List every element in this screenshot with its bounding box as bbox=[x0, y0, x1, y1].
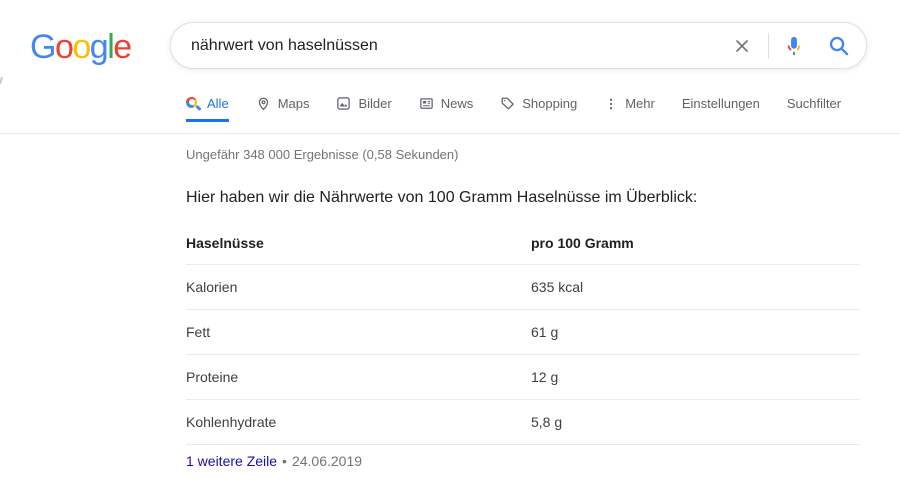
google-logo[interactable]: Google bbox=[30, 28, 132, 67]
table-row: Fett 61 g bbox=[186, 310, 860, 355]
table-cell-value: 635 kcal bbox=[531, 279, 584, 295]
tab-label: Bilder bbox=[358, 96, 392, 111]
search-tabs: Alle Maps Bilder News Shopping Mehr Eins… bbox=[186, 96, 841, 122]
logo-letter: e bbox=[113, 28, 132, 66]
table-cell-value: 12 g bbox=[531, 369, 559, 385]
microphone-icon[interactable] bbox=[783, 35, 805, 57]
searchbox-divider bbox=[768, 32, 769, 59]
tab-alle[interactable]: Alle bbox=[186, 96, 229, 122]
table-cell-value: 5,8 g bbox=[531, 414, 563, 430]
result-stats: Ungefähr 348 000 Ergebnisse (0,58 Sekund… bbox=[186, 147, 459, 162]
tab-news[interactable]: News bbox=[419, 96, 474, 122]
tab-label: Mehr bbox=[625, 96, 655, 111]
tab-label: Shopping bbox=[522, 96, 578, 111]
search-box[interactable] bbox=[170, 22, 867, 69]
image-icon bbox=[336, 96, 351, 111]
newspaper-icon bbox=[419, 96, 434, 111]
logo-letter: o bbox=[72, 28, 91, 66]
tab-label: Einstellungen bbox=[681, 96, 760, 111]
table-header-cell: Haselnüsse bbox=[186, 235, 264, 251]
table-row: Kalorien 635 kcal bbox=[186, 265, 860, 310]
footer-separator: • bbox=[282, 453, 287, 469]
search-input[interactable] bbox=[191, 36, 732, 55]
snippet-intro-text: Hier haben wir die Nährwerte von 100 Gra… bbox=[186, 189, 698, 206]
tab-einstellungen[interactable]: Einstellungen bbox=[682, 96, 760, 122]
tab-suchfilter[interactable]: Suchfilter bbox=[787, 96, 841, 122]
snippet-footer: 1 weitere Zeile • 24.06.2019 bbox=[186, 453, 362, 469]
tab-maps[interactable]: Maps bbox=[256, 96, 310, 122]
table-row: Proteine 12 g bbox=[186, 355, 860, 400]
tab-label: Maps bbox=[277, 96, 310, 111]
table-cell-label: Proteine bbox=[186, 369, 239, 385]
search-colored-icon bbox=[186, 96, 202, 111]
tab-shopping[interactable]: Shopping bbox=[500, 96, 577, 122]
tab-mehr[interactable]: Mehr bbox=[604, 96, 655, 122]
clear-x-icon[interactable] bbox=[732, 36, 752, 56]
nutrition-table: Haselnüsse pro 100 Gramm Kalorien 635 kc… bbox=[186, 222, 860, 445]
logo-letter: G bbox=[30, 28, 56, 66]
table-cell-label: Fett bbox=[186, 324, 211, 340]
table-header-row: Haselnüsse pro 100 Gramm bbox=[186, 222, 860, 265]
table-cell-label: Kalorien bbox=[186, 279, 238, 295]
logo-letter: g bbox=[89, 28, 109, 66]
screen-edge-artifact bbox=[0, 76, 4, 85]
table-row: Kohlenhydrate 5,8 g bbox=[186, 400, 860, 445]
price-tag-icon bbox=[500, 96, 515, 111]
table-header-cell: pro 100 Gramm bbox=[531, 235, 634, 251]
snippet-date: 24.06.2019 bbox=[291, 453, 363, 469]
logo-letter: o bbox=[54, 28, 74, 66]
tab-label: Alle bbox=[207, 96, 229, 111]
header-divider bbox=[0, 133, 900, 134]
tab-bilder[interactable]: Bilder bbox=[336, 96, 392, 122]
search-magnifier-icon[interactable] bbox=[827, 34, 850, 57]
tab-label: Suchfilter bbox=[786, 96, 842, 111]
table-cell-value: 61 g bbox=[531, 324, 559, 340]
more-vertical-icon bbox=[604, 97, 618, 111]
tab-label: News bbox=[440, 96, 474, 111]
more-rows-link[interactable]: 1 weitere Zeile bbox=[186, 453, 277, 469]
google-search-results-page: Google Alle bbox=[0, 0, 900, 482]
map-pin-icon bbox=[256, 96, 271, 111]
table-cell-label: Kohlenhydrate bbox=[186, 414, 277, 430]
